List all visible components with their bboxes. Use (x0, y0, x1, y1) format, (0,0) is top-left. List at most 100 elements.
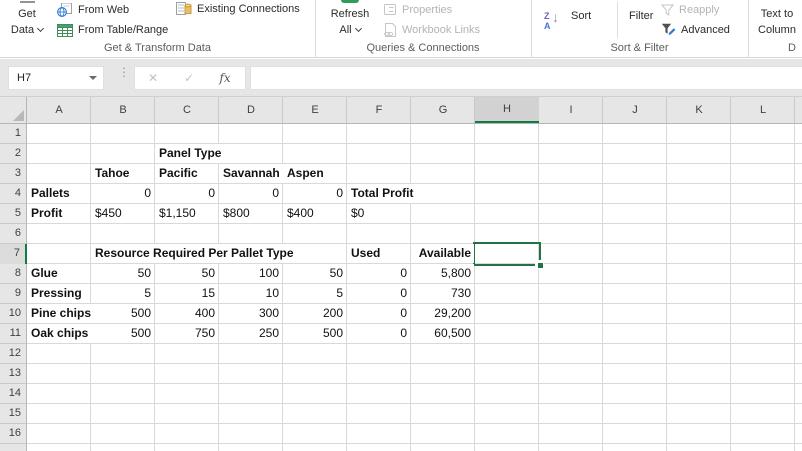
row-header-12[interactable]: 12 (0, 344, 26, 364)
cell-F11[interactable]: 0 (397, 324, 410, 343)
column-header-D[interactable]: D (219, 97, 283, 123)
get-data-button[interactable]: Get Data (2, 0, 52, 38)
cell-C2[interactable]: Panel Type (156, 144, 225, 163)
cell-G9[interactable]: 730 (447, 284, 474, 303)
cell-B3[interactable]: Tahoe (92, 164, 133, 183)
cell-E8[interactable]: 50 (326, 264, 346, 283)
cell-A4[interactable]: Pallets (28, 184, 73, 203)
column-header-H[interactable]: H (475, 97, 539, 123)
cell-C5[interactable]: $1,150 (156, 204, 199, 223)
fill-handle[interactable] (538, 263, 543, 268)
cell-B5[interactable]: $450 (92, 204, 125, 223)
drag-dots-icon[interactable]: ⋮ (118, 66, 130, 89)
cell-B7[interactable]: Resource Required Per Pallet Type (92, 244, 297, 263)
cell-F9[interactable]: 0 (397, 284, 410, 303)
text-to-columns-button[interactable]: Text to Column (752, 0, 802, 38)
cell-A5[interactable]: Profit (28, 204, 66, 223)
row-header-6[interactable]: 6 (0, 224, 26, 244)
cell-D3[interactable]: Savannah (220, 164, 283, 183)
select-all-triangle-icon (13, 110, 24, 121)
text-to-columns-label-1: Text to (760, 8, 794, 20)
column-header-G[interactable]: G (411, 97, 475, 123)
cell-G11[interactable]: 60,500 (431, 324, 474, 343)
cell-B4[interactable]: 0 (141, 184, 154, 203)
column-header-I[interactable]: I (539, 97, 603, 123)
cell-A10[interactable]: Pine chips (28, 304, 95, 323)
workbook-links-label: Workbook Links (402, 23, 481, 36)
cells-area[interactable]: Panel Type Tahoe Pacific Savannah Aspen Palle… (27, 124, 802, 451)
row-header-2[interactable]: 2 (0, 144, 26, 164)
cell-D11[interactable]: 250 (255, 324, 282, 343)
cell-C9[interactable]: 15 (198, 284, 218, 303)
cell-F7[interactable]: Used (348, 244, 384, 263)
row-header-14[interactable]: 14 (0, 384, 26, 404)
advanced-button[interactable]: Advanced (661, 21, 730, 38)
name-box[interactable]: H7 (8, 66, 104, 90)
cell-D9[interactable]: 10 (262, 284, 282, 303)
row-header-4[interactable]: 4 (0, 184, 26, 204)
cell-C10[interactable]: 400 (191, 304, 218, 323)
reapply-icon (661, 4, 674, 16)
cell-B10[interactable]: 500 (127, 304, 154, 323)
column-header-B[interactable]: B (91, 97, 155, 123)
column-header-A[interactable]: A (27, 97, 91, 123)
cell-G10[interactable]: 29,200 (431, 304, 474, 323)
refresh-all-button[interactable]: Refresh All (324, 0, 376, 38)
cell-E10[interactable]: 200 (319, 304, 346, 323)
cell-G7[interactable]: Available (415, 244, 474, 263)
cell-D8[interactable]: 100 (255, 264, 282, 283)
cell-A11[interactable]: Oak chips (28, 324, 92, 343)
cell-E11[interactable]: 500 (319, 324, 346, 343)
column-header-K[interactable]: K (667, 97, 731, 123)
formula-input[interactable] (250, 66, 802, 90)
cell-D10[interactable]: 300 (255, 304, 282, 323)
refresh-all-label-2: All (324, 22, 376, 38)
row-header-3[interactable]: 3 (0, 164, 26, 184)
cell-C4[interactable]: 0 (205, 184, 218, 203)
cell-G8[interactable]: 5,800 (437, 264, 474, 283)
cell-C11[interactable]: 750 (191, 324, 218, 343)
cell-C3[interactable]: Pacific (156, 164, 201, 183)
select-all-corner[interactable] (0, 97, 27, 124)
column-header-C[interactable]: C (155, 97, 219, 123)
row-header-10[interactable]: 10 (0, 304, 26, 324)
cell-A8[interactable]: Glue (28, 264, 61, 283)
row-header-11[interactable]: 11 (0, 324, 26, 344)
insert-function-icon[interactable]: fx (207, 71, 243, 85)
filter-button[interactable]: Filter (629, 6, 653, 26)
cell-F5[interactable]: $0 (348, 204, 368, 223)
cell-A9[interactable]: Pressing (28, 284, 85, 303)
cell-E9[interactable]: 5 (333, 284, 346, 303)
cell-F10[interactable]: 0 (397, 304, 410, 323)
sort-descending-button[interactable]: Z A ↓ (544, 10, 566, 33)
cell-F4[interactable]: Total Profit (348, 184, 417, 203)
sort-button[interactable]: Sort (571, 6, 591, 26)
cell-C8[interactable]: 50 (198, 264, 218, 283)
row-header-7[interactable]: 7 (0, 244, 27, 264)
row-header-5[interactable]: 5 (0, 204, 26, 224)
column-header-F[interactable]: F (347, 97, 411, 123)
row-header-9[interactable]: 9 (0, 284, 26, 304)
cell-F8[interactable]: 0 (397, 264, 410, 283)
column-header-L[interactable]: L (731, 97, 795, 123)
row-header-8[interactable]: 8 (0, 264, 26, 284)
from-web-button[interactable]: From Web (57, 1, 129, 18)
column-header-J[interactable]: J (603, 97, 667, 123)
column-header-E[interactable]: E (283, 97, 347, 123)
cell-D5[interactable]: $800 (220, 204, 253, 223)
from-table-range-button[interactable]: From Table/Range (57, 21, 168, 38)
row-header-1[interactable]: 1 (0, 124, 26, 144)
row-header-16[interactable]: 16 (0, 424, 26, 444)
existing-connections-button[interactable]: Existing Connections (176, 0, 300, 17)
cell-E3[interactable]: Aspen (284, 164, 327, 183)
cell-D4[interactable]: 0 (269, 184, 282, 203)
selected-cell-outline[interactable] (473, 242, 544, 269)
row-header-15[interactable]: 15 (0, 404, 26, 424)
cell-E4[interactable]: 0 (333, 184, 346, 203)
cell-B9[interactable]: 5 (141, 284, 154, 303)
cell-B8[interactable]: 50 (134, 264, 154, 283)
cell-E5[interactable]: $400 (284, 204, 317, 223)
row-header-13[interactable]: 13 (0, 364, 26, 384)
cell-B11[interactable]: 500 (127, 324, 154, 343)
name-box-dropdown[interactable] (83, 67, 103, 89)
